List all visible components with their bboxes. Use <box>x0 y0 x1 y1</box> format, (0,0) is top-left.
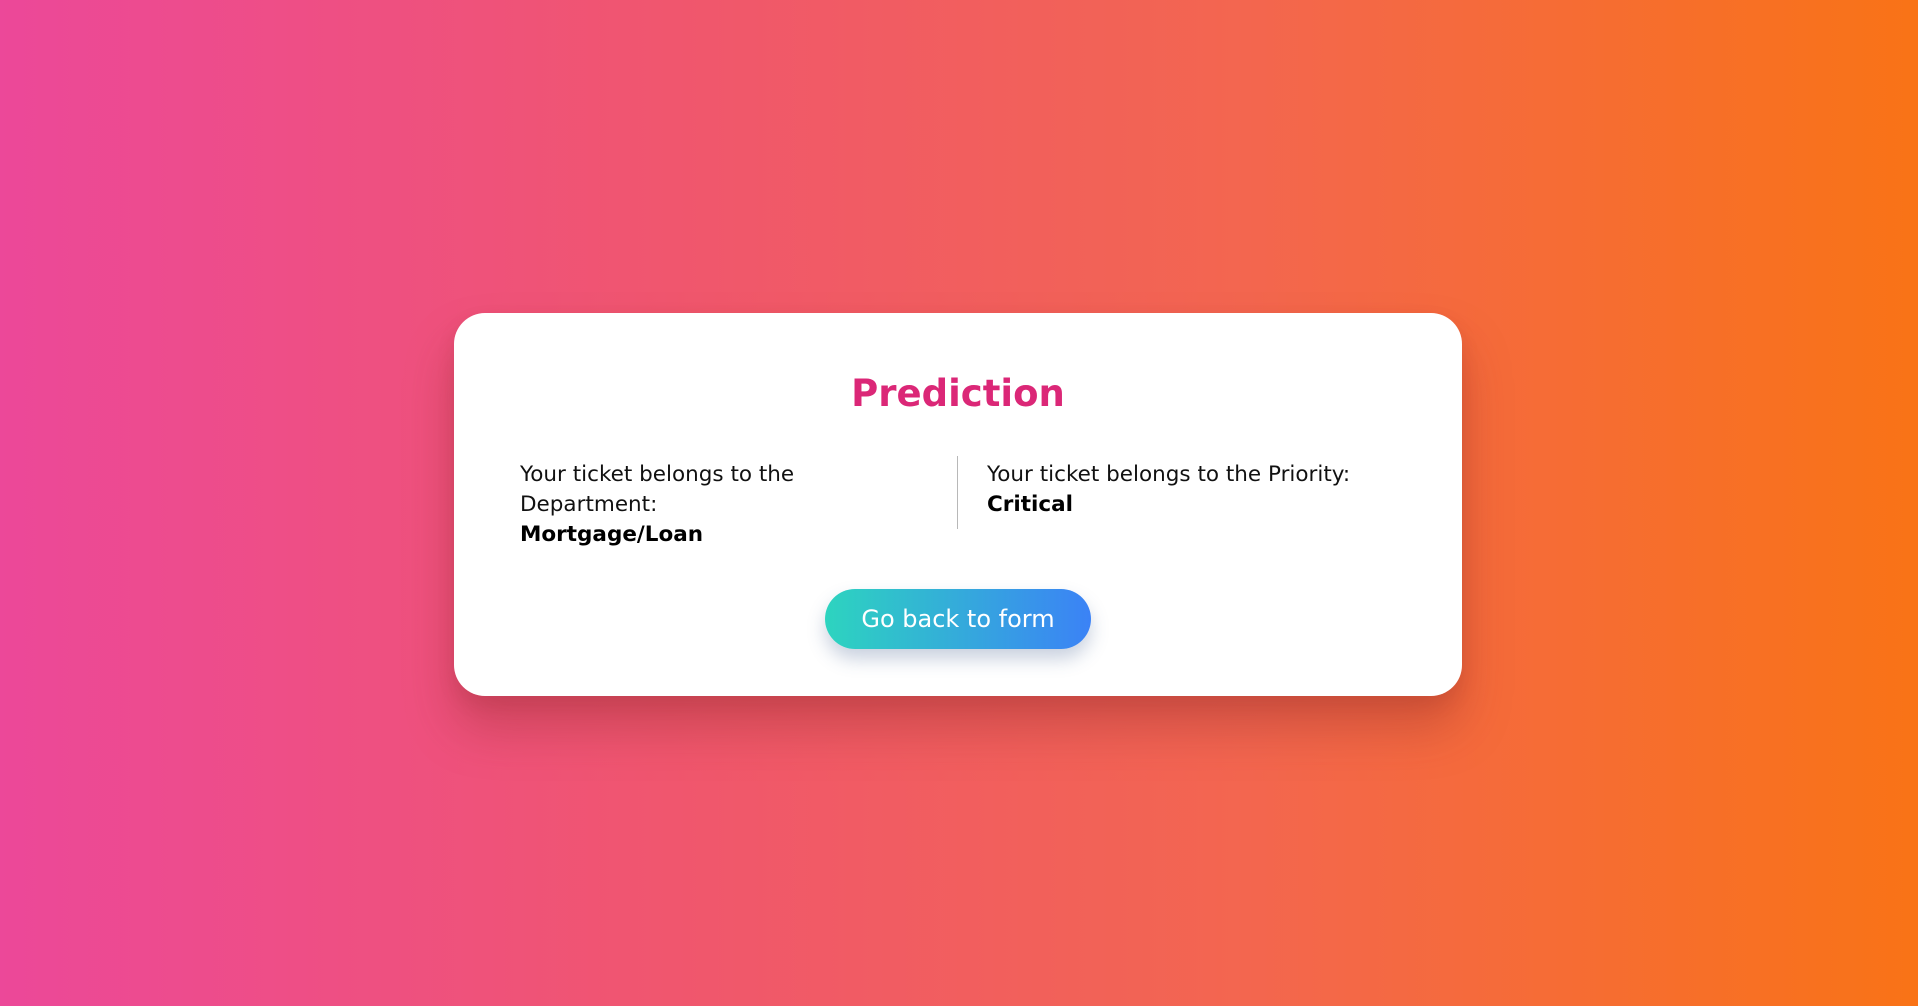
prediction-card: Prediction Your ticket belongs to the De… <box>454 313 1462 696</box>
priority-value: Critical <box>987 492 1074 517</box>
department-label: Your ticket belongs to the Department: <box>520 462 795 517</box>
prediction-results: Your ticket belongs to the Department: M… <box>520 456 1396 547</box>
card-title: Prediction <box>851 372 1065 415</box>
department-value: Mortgage/Loan <box>520 522 704 547</box>
go-back-button[interactable]: Go back to form <box>825 589 1091 649</box>
priority-result: Your ticket belongs to the Priority: Cri… <box>958 456 1396 529</box>
priority-label: Your ticket belongs to the Priority: <box>987 462 1351 487</box>
department-result: Your ticket belongs to the Department: M… <box>520 456 957 547</box>
